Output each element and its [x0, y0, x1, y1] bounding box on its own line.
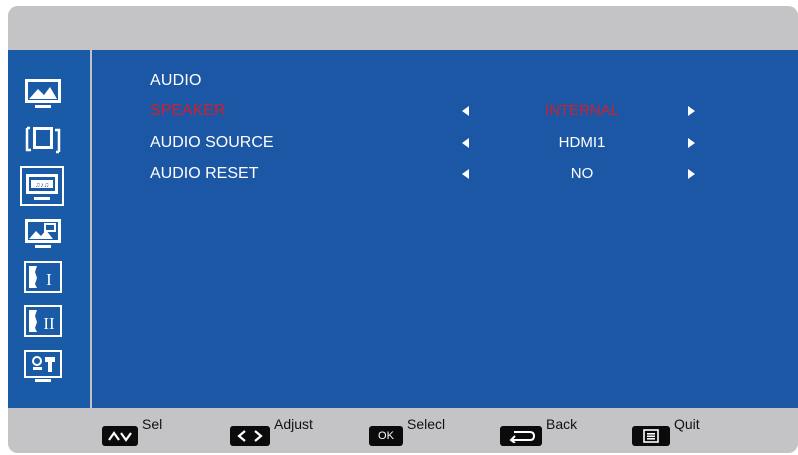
row-label: AUDIO RESET — [150, 165, 259, 182]
row-label: SPEAKER — [150, 102, 226, 119]
picture-in-picture-icon[interactable] — [23, 216, 63, 250]
key-hint-bar: Sel Adjust OK Selecl Back Quit — [8, 408, 798, 453]
osd-menu-window: ♫♪♫ I II AUDIO SPEAKER INTERNAL AUDIO SO… — [8, 6, 798, 453]
top-bar — [8, 6, 798, 50]
setup-two-icon[interactable]: II — [23, 304, 63, 338]
right-arrow-icon[interactable] — [688, 106, 695, 116]
sidebar: ♫♪♫ I II — [8, 50, 90, 408]
return-icon — [500, 426, 542, 446]
left-arrow-icon[interactable] — [462, 138, 469, 148]
row-value: INTERNAL — [544, 102, 620, 119]
screen-frame-icon[interactable] — [23, 123, 63, 157]
svg-text:II: II — [43, 314, 55, 333]
row-value: NO — [570, 165, 594, 182]
menu-row-speaker[interactable]: SPEAKER INTERNAL — [92, 102, 798, 124]
option-tools-icon[interactable] — [23, 349, 63, 383]
row-label: AUDIO SOURCE — [150, 134, 274, 151]
hint-label: Quit — [674, 416, 700, 432]
setup-one-icon[interactable]: I — [23, 260, 63, 294]
svg-text:♫♪♫: ♫♪♫ — [35, 182, 49, 189]
left-arrow-icon[interactable] — [462, 169, 469, 179]
hint-label: Sel — [142, 416, 163, 432]
picture-icon[interactable] — [23, 76, 63, 110]
audio-menu-icon[interactable]: ♫♪♫ — [20, 166, 64, 206]
hint-label: Selecl — [407, 416, 446, 432]
right-arrow-icon[interactable] — [688, 169, 695, 179]
menu-row-audio-source[interactable]: AUDIO SOURCE HDMI1 — [92, 134, 798, 156]
left-arrow-icon[interactable] — [462, 106, 469, 116]
left-right-icon — [230, 426, 270, 446]
hint-label: Adjust — [274, 416, 313, 432]
audio-menu-panel: AUDIO SPEAKER INTERNAL AUDIO SOURCE HDMI… — [92, 50, 798, 408]
menu-row-audio-reset[interactable]: AUDIO RESET NO — [92, 165, 798, 187]
svg-text:I: I — [46, 270, 52, 289]
ok-key: OK — [369, 426, 403, 446]
hint-label: Back — [546, 416, 578, 432]
row-value: HDMI1 — [558, 134, 606, 151]
menu-list-icon — [632, 426, 670, 446]
right-arrow-icon[interactable] — [688, 138, 695, 148]
up-down-icon — [102, 426, 138, 446]
menu-title: AUDIO — [150, 72, 202, 89]
